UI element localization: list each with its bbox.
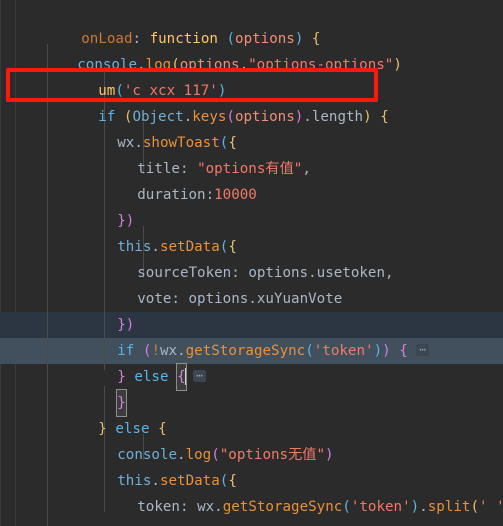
- token-function-kw: function: [149, 31, 218, 47]
- code-editor-pane[interactable]: onLoad: function (options) { console.log…: [0, 0, 503, 526]
- indent-guide-level-1: [47, 44, 48, 368]
- text-caret: [184, 367, 186, 385]
- code-lines-container[interactable]: onLoad: function (options) { console.log…: [0, 0, 503, 526]
- code-line-1[interactable]: onLoad: function (options) {: [0, 0, 503, 47]
- folded-code-marker-2[interactable]: ⋯: [193, 370, 206, 382]
- folded-code-marker[interactable]: ⋯: [416, 344, 429, 356]
- token-onload: onLoad: [81, 31, 133, 47]
- indent-guide-level-1b: [47, 368, 48, 526]
- matching-brace-close: }: [116, 389, 127, 417]
